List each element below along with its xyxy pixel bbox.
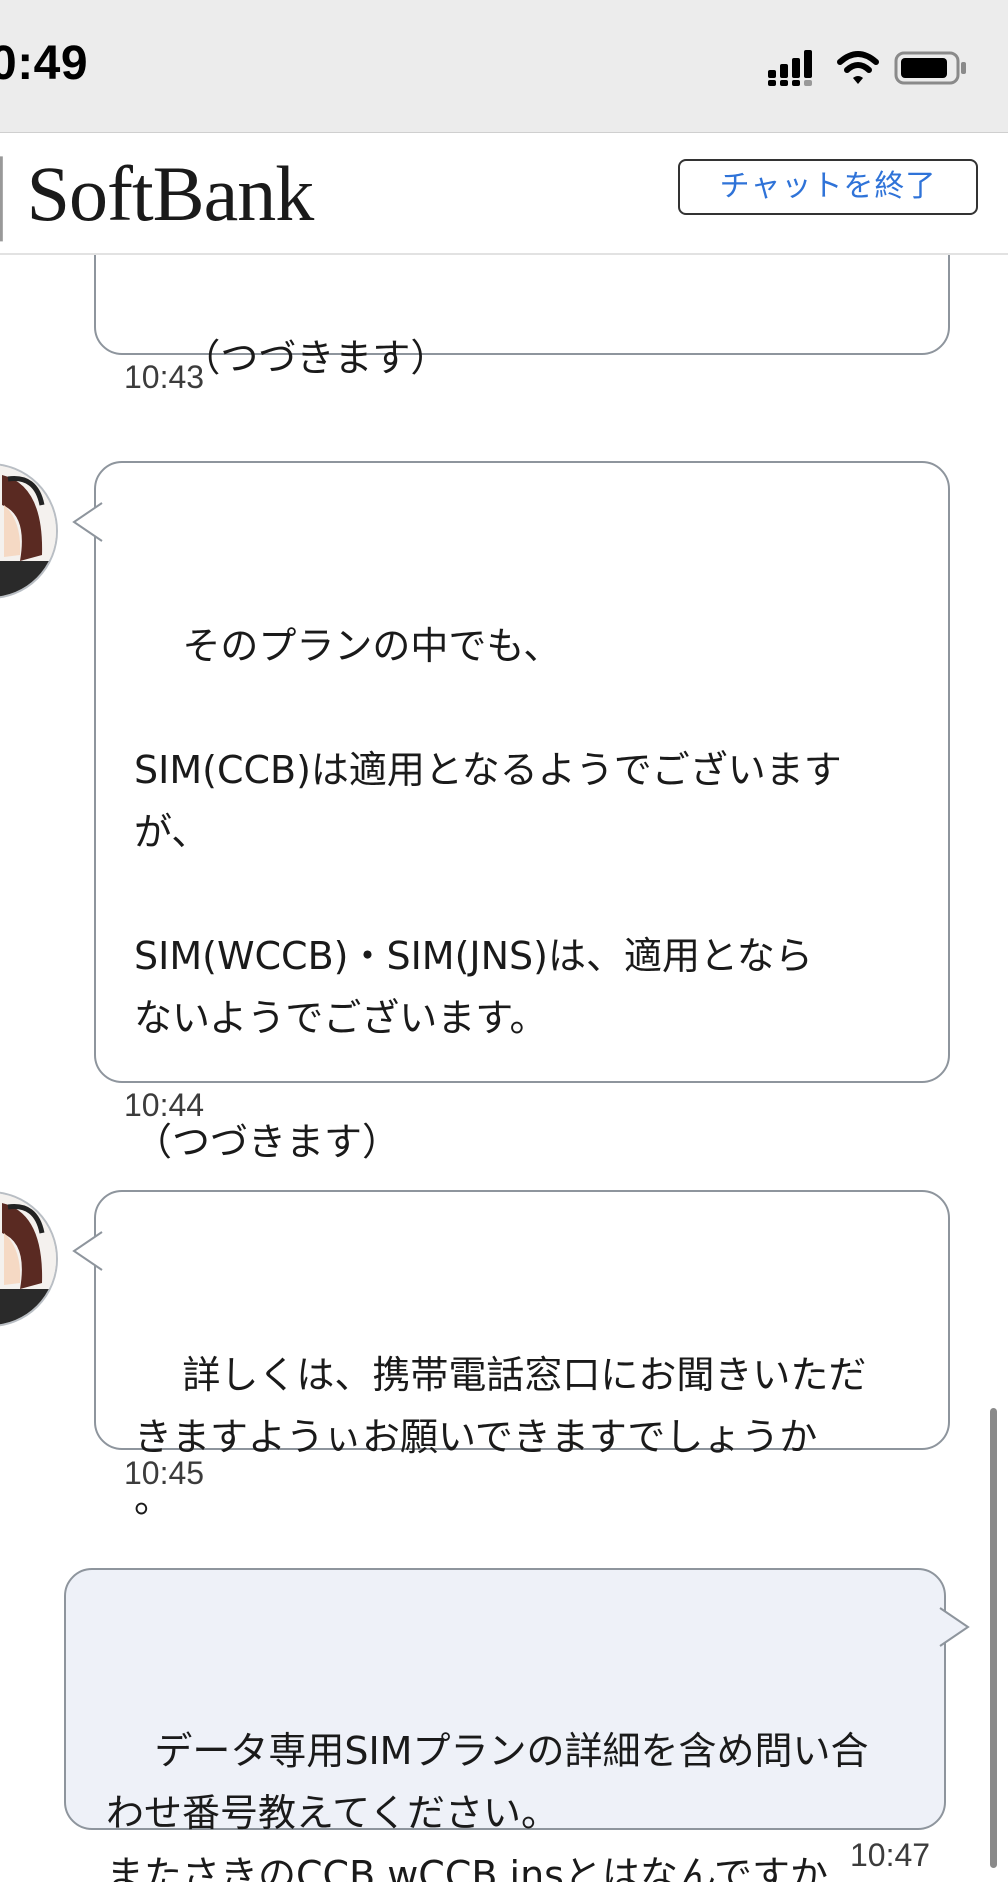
agent-avatar	[0, 1191, 58, 1327]
message-text: （つづきます）	[182, 336, 449, 380]
user-message: データ専用SIMプランの詳細を含め問い合 わせ番号教えてください。 またさきのC…	[64, 1568, 970, 1882]
logo-mark: ▌	[0, 157, 28, 235]
app-header: ▌SoftBank チャットを終了	[0, 133, 1008, 255]
bubble-tail	[72, 502, 103, 542]
message-time: 10:44	[124, 1087, 205, 1123]
scrollbar[interactable]	[990, 1408, 997, 1868]
battery-icon	[894, 48, 968, 92]
bubble-tail	[939, 1607, 970, 1647]
wifi-icon	[836, 48, 880, 92]
message-text: 詳しくは、携帯電話窓口にお聞きいただ きますようぃお願いできますでしょうか 。	[134, 1353, 867, 1521]
brand-name: SoftBank	[26, 150, 315, 237]
bubble-tail	[72, 1231, 103, 1271]
message-text: そのプランの中でも、 SIM(CCB)は適用となるようでございます が、 SIM…	[134, 624, 842, 1164]
agent-message: （つづきます）	[94, 255, 950, 380]
chat-area[interactable]: （つづきます） 10:43 そのプランの中でも、 SIM(CCB)は適用となるよ…	[0, 255, 1008, 1882]
status-bar: 0:49	[0, 0, 1008, 133]
signal-icon	[766, 48, 818, 92]
agent-message: そのプランの中でも、 SIM(CCB)は適用となるようでございます が、 SIM…	[72, 461, 950, 1164]
status-time: 0:49	[0, 37, 89, 90]
message-time: 10:45	[124, 1455, 205, 1491]
agent-avatar	[0, 463, 58, 599]
agent-message: 詳しくは、携帯電話窓口にお聞きいただ きますようぃお願いできますでしょうか 。	[72, 1190, 950, 1521]
message-time: 10:43	[124, 359, 205, 395]
message-text: データ専用SIMプランの詳細を含め問い合 わせ番号教えてください。 またさきのC…	[106, 1729, 869, 1882]
status-icons	[766, 48, 966, 88]
message-time: 10:47	[850, 1837, 931, 1873]
end-chat-button[interactable]: チャットを終了	[678, 159, 978, 215]
brand-logo: ▌SoftBank	[0, 149, 315, 239]
